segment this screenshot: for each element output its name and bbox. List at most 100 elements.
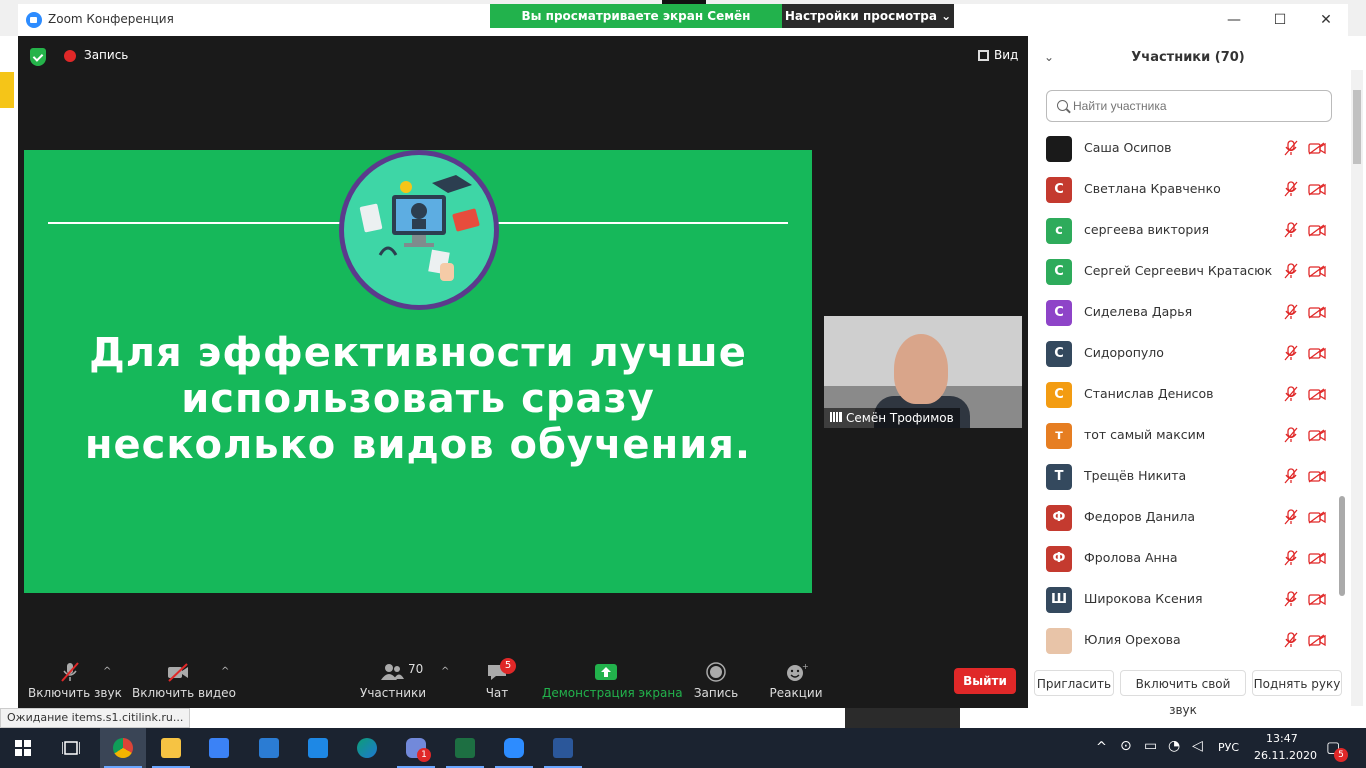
participant-name: Трещёв Никита: [1084, 468, 1187, 483]
chat-label: Чат: [485, 686, 509, 700]
start-video-button[interactable]: Включить видео: [132, 662, 236, 700]
participant-row[interactable]: Ш Широкова Ксения: [1028, 579, 1338, 620]
participant-name: Станислав Денисов: [1084, 386, 1214, 401]
taskbar-store[interactable]: [196, 728, 242, 768]
taskbar-mail[interactable]: [246, 728, 292, 768]
record-button[interactable]: Запись: [690, 662, 742, 700]
tray-overflow-icon[interactable]: ^: [1096, 740, 1107, 755]
reactions-label: Реакции: [769, 686, 823, 700]
avatar: т: [1046, 423, 1072, 449]
avatar: С: [1046, 300, 1072, 326]
volume-icon[interactable]: ◁: [1192, 738, 1203, 754]
background-banner: [0, 72, 14, 108]
panel-header: ⌄ Участники (70): [1028, 36, 1348, 80]
taskbar-explorer[interactable]: [148, 728, 194, 768]
unmute-button[interactable]: Включить звук: [28, 662, 122, 700]
elearning-icon: [359, 175, 480, 281]
store-icon: [209, 738, 229, 758]
unmute-label: Включить звук: [28, 686, 122, 700]
meeting-area: Запись Вид Для эффективности лучше испол…: [18, 36, 1028, 708]
avatar: Т: [1046, 464, 1072, 490]
view-button[interactable]: Вид: [994, 48, 1018, 62]
signal-strength-icon: [830, 412, 842, 422]
participant-search-input[interactable]: [1073, 91, 1329, 121]
avatar: Ф: [1046, 546, 1072, 572]
participant-row[interactable]: Ф Фролова Анна: [1028, 538, 1338, 579]
mail-icon: [259, 738, 279, 758]
chrome-icon: [113, 738, 133, 758]
participant-row[interactable]: С Сергей Сергеевич Кратасюк: [1028, 251, 1338, 292]
participant-name: Широкова Ксения: [1084, 591, 1203, 606]
mic-muted-icon: [1284, 263, 1298, 279]
invite-button[interactable]: Пригласить: [1034, 670, 1114, 696]
share-screen-icon: [595, 664, 617, 680]
participants-count: 70: [408, 662, 424, 676]
clock-date[interactable]: 26.11.2020: [1254, 749, 1317, 762]
mic-muted-icon: [1284, 181, 1298, 197]
start-button[interactable]: [0, 728, 46, 768]
unmute-self-button[interactable]: Включить свой звук: [1120, 670, 1246, 717]
browser-scrollbar[interactable]: [1351, 70, 1363, 706]
elearning-illustration: [339, 150, 499, 310]
participant-row[interactable]: Т Трещёв Никита: [1028, 456, 1338, 497]
language-indicator[interactable]: РУС: [1218, 741, 1239, 754]
taskbar-chrome[interactable]: [100, 728, 146, 768]
participant-row[interactable]: Юлия Орехова: [1028, 620, 1338, 658]
edge-icon: [357, 738, 377, 758]
notification-count: 5: [1334, 748, 1348, 762]
task-view-icon: [62, 741, 80, 755]
participant-row[interactable]: С Сидоропуло: [1028, 333, 1338, 374]
video-options-caret-icon[interactable]: ^: [221, 666, 229, 677]
share-screen-label: Демонстрация экрана: [542, 686, 683, 700]
participants-caret-icon[interactable]: ^: [441, 666, 449, 677]
slide-text: Для эффективности лучше использовать сра…: [44, 330, 792, 468]
video-off-icon: [168, 663, 188, 682]
reactions-button[interactable]: + Реакции: [766, 662, 826, 700]
video-off-icon: [1308, 306, 1326, 319]
maximize-button[interactable]: ☐: [1260, 8, 1300, 32]
zoom-window: Zoom Конференция Вы просматриваете экран…: [18, 0, 1348, 717]
participant-row[interactable]: С Сиделева Дарья: [1028, 292, 1338, 333]
shield-icon[interactable]: [30, 48, 46, 66]
panel-scroll-thumb[interactable]: [1339, 496, 1345, 596]
participant-row[interactable]: Саша Осипов: [1028, 128, 1338, 169]
view-grid-icon[interactable]: [978, 50, 989, 61]
video-off-icon: [1308, 142, 1326, 155]
taskbar-zoom[interactable]: [491, 728, 537, 768]
participant-row[interactable]: С Светлана Кравченко: [1028, 169, 1338, 210]
tray-app-icon[interactable]: ⊙: [1120, 738, 1132, 754]
speaker-video-tile[interactable]: Семён Трофимов: [824, 316, 1022, 428]
minimize-button[interactable]: —: [1214, 8, 1254, 32]
battery-icon[interactable]: ▭: [1144, 738, 1157, 754]
participant-row[interactable]: Ф Федоров Данила: [1028, 497, 1338, 538]
network-icon[interactable]: ◔: [1168, 738, 1180, 754]
clock-time[interactable]: 13:47: [1266, 732, 1298, 745]
chat-badge: 5: [500, 658, 516, 674]
close-button[interactable]: ✕: [1306, 8, 1346, 32]
taskbar-edge[interactable]: [344, 728, 390, 768]
mic-muted-icon: [1284, 222, 1298, 238]
participant-row[interactable]: С Станислав Денисов: [1028, 374, 1338, 415]
audio-options-caret-icon[interactable]: ^: [103, 666, 111, 677]
browser-scroll-thumb[interactable]: [1353, 90, 1361, 164]
task-view-button[interactable]: [48, 728, 94, 768]
taskbar-excel[interactable]: [442, 728, 488, 768]
windows-logo-icon: [15, 740, 31, 756]
video-off-icon: [1308, 470, 1326, 483]
view-settings-button[interactable]: Настройки просмотра ⌄: [782, 4, 954, 28]
raise-hand-button[interactable]: Поднять руку: [1252, 670, 1342, 696]
taskbar-discord[interactable]: [393, 728, 439, 768]
leave-button[interactable]: Выйти: [954, 668, 1016, 694]
taskbar-network-app[interactable]: [295, 728, 341, 768]
taskbar-word[interactable]: [540, 728, 586, 768]
background-thumbnail: [845, 708, 960, 728]
participant-row[interactable]: с сергеева виктория: [1028, 210, 1338, 251]
speaker-face: [894, 334, 948, 404]
folder-icon: [161, 738, 181, 758]
participant-name: Сергей Сергеевич Кратасюк: [1084, 263, 1273, 278]
avatar: [1046, 628, 1072, 654]
participant-search[interactable]: [1046, 90, 1332, 122]
participants-icon: [381, 664, 404, 680]
participant-row[interactable]: т тот самый максим: [1028, 415, 1338, 456]
share-screen-button[interactable]: Демонстрация экрана: [542, 662, 683, 700]
